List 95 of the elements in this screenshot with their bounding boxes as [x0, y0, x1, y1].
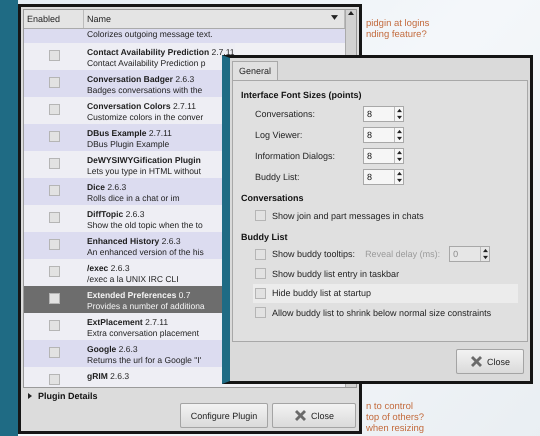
checkbox-label[interactable]: Allow buddy list to shrink below normal size constraints: [272, 308, 492, 318]
plugin-row[interactable]: Conversation Badger 2.6.3 Badges conversations with the: [24, 70, 222, 97]
plugin-name: DiffTopic 2.6.3: [87, 209, 146, 220]
plugin-name: Extended Preferences 0.7: [87, 290, 192, 301]
plugin-name: gRIM 2.6.3: [87, 371, 130, 382]
checkbox[interactable]: [255, 288, 266, 299]
page-text: nding feature?: [366, 29, 428, 40]
sort-icon: [331, 14, 338, 21]
plugin-name: Conversation Colors 2.7.11: [87, 101, 197, 112]
checkbox[interactable]: [255, 248, 266, 260]
plugin-name: Conversation Badger 2.6.3: [87, 74, 196, 85]
plugin-description: Rolls dice in a chat or im: [87, 193, 180, 204]
checkbox[interactable]: [255, 210, 266, 222]
checkbox[interactable]: [48, 212, 60, 223]
tab[interactable]: General: [232, 61, 278, 80]
close-button[interactable]: Close: [456, 349, 524, 374]
up-arrow-icon: [482, 248, 488, 254]
column-header[interactable]: Name: [87, 14, 112, 24]
plugin-name: Dice 2.6.3: [87, 182, 128, 193]
checkbox[interactable]: [48, 131, 60, 142]
plugin-row[interactable]: Enhanced History 2.6.3 An enhanced version of the his: [24, 232, 222, 259]
plugin-row[interactable]: Colorizes outgoing message text.: [24, 29, 345, 43]
scroll-up-icon: [348, 10, 354, 16]
column-header[interactable]: Enabled: [24, 10, 84, 28]
up-arrow-icon: [396, 108, 402, 112]
plugin-name: DeWYSIWYGification Plugin: [87, 155, 202, 166]
checkbox[interactable]: [255, 268, 266, 280]
spin-field[interactable]: 8: [363, 168, 404, 184]
plugin-description: Show the old topic when the to: [87, 220, 203, 231]
page-text: pidgin at logins: [366, 18, 430, 29]
plugin-row[interactable]: Dice 2.6.3 Rolls dice in a chat or im: [24, 178, 222, 205]
checkbox[interactable]: [48, 266, 60, 277]
plugin-description: Colorizes outgoing message text.: [87, 29, 213, 40]
checkbox-label[interactable]: Show join and part messages in chats: [272, 210, 424, 221]
plugin-name: /exec 2.6.3: [87, 263, 131, 274]
spin-field[interactable]: 8: [363, 126, 404, 142]
down-arrow-icon: [482, 255, 488, 260]
down-arrow-icon: [396, 114, 402, 120]
plugin-description: Provides a number of additiona: [87, 301, 205, 312]
up-arrow-icon: [396, 150, 402, 154]
plugin-row[interactable]: DBus Example 2.7.11 DBus Plugin Example: [24, 124, 222, 151]
plugin-description: Customize colors in the conver: [87, 112, 204, 123]
close-icon: [470, 355, 483, 368]
plugin-description: Extra conversation placement: [87, 328, 199, 339]
checkbox[interactable]: [255, 307, 266, 318]
close-button[interactable]: Close: [272, 403, 356, 428]
field-label: Buddy List:: [255, 172, 301, 182]
page-text: n to control: [366, 401, 414, 412]
down-arrow-icon: [396, 156, 402, 162]
field-label: Conversations:: [255, 108, 316, 118]
checkbox[interactable]: [48, 104, 60, 115]
field-label: Log Viewer:: [255, 130, 304, 140]
configure-plugin-button[interactable]: Configure Plugin: [180, 403, 268, 428]
checkbox[interactable]: [48, 185, 60, 196]
section-title: Interface Font Sizes (points): [241, 90, 363, 100]
plugin-description: DBus Plugin Example: [87, 139, 170, 150]
page-text: top of others?: [366, 412, 424, 423]
spin-field[interactable]: 8: [363, 106, 404, 122]
section-title: Buddy List: [241, 232, 288, 242]
plugin-description: Badges conversations with the: [87, 85, 202, 96]
close-icon: [294, 409, 307, 422]
checkbox[interactable]: [48, 320, 60, 331]
plugin-description: An enhanced version of the his: [87, 247, 204, 258]
checkbox[interactable]: [48, 239, 60, 250]
checkbox[interactable]: [48, 50, 60, 61]
field-label: Information Dialogs:: [255, 150, 336, 160]
checkbox[interactable]: [48, 158, 60, 169]
plugin-name: ExtPlacement 2.7.11: [87, 317, 170, 328]
page-text: when resizing: [366, 423, 424, 434]
plugin-description: Returns the url for a Google "I': [87, 355, 202, 366]
plugin-name: DBus Example 2.7.11: [87, 128, 172, 139]
checkbox[interactable]: [48, 293, 60, 304]
field-label: Reveal delay (ms):: [365, 249, 440, 260]
checkbox[interactable]: [48, 374, 60, 385]
plugin-description: Lets you type in HTML without: [87, 166, 202, 177]
plugin-details-expander[interactable]: Plugin Details: [23, 391, 98, 401]
checkbox-label[interactable]: Show buddy list entry in taskbar: [272, 268, 400, 279]
up-arrow-icon: [396, 170, 402, 176]
checkbox-label[interactable]: Hide buddy list at startup: [272, 288, 372, 298]
plugin-name: Google 2.6.3: [87, 344, 139, 355]
checkbox[interactable]: [48, 77, 60, 88]
plugin-row[interactable]: Google 2.6.3 Returns the url for a Google "I': [24, 340, 222, 367]
spin-field[interactable]: 8: [363, 148, 404, 164]
plugin-row[interactable]: Extended Preferences 0.7 Provides a number of additiona: [24, 286, 222, 313]
plugin-description: Contact Availability Prediction p: [87, 58, 206, 69]
plugin-description: /exec a la UNIX IRC CLI: [87, 274, 179, 285]
checkbox-label[interactable]: Show buddy tooltips:: [272, 249, 356, 260]
down-arrow-icon: [396, 178, 402, 182]
plugin-name: Contact Availability Prediction 2.7.11: [87, 47, 235, 58]
section-title: Conversations: [241, 193, 305, 203]
expander-icon: [27, 393, 33, 399]
down-arrow-icon: [396, 136, 402, 140]
checkbox[interactable]: [48, 347, 60, 358]
plugin-name: Enhanced History 2.6.3: [87, 236, 182, 247]
up-arrow-icon: [396, 128, 402, 134]
